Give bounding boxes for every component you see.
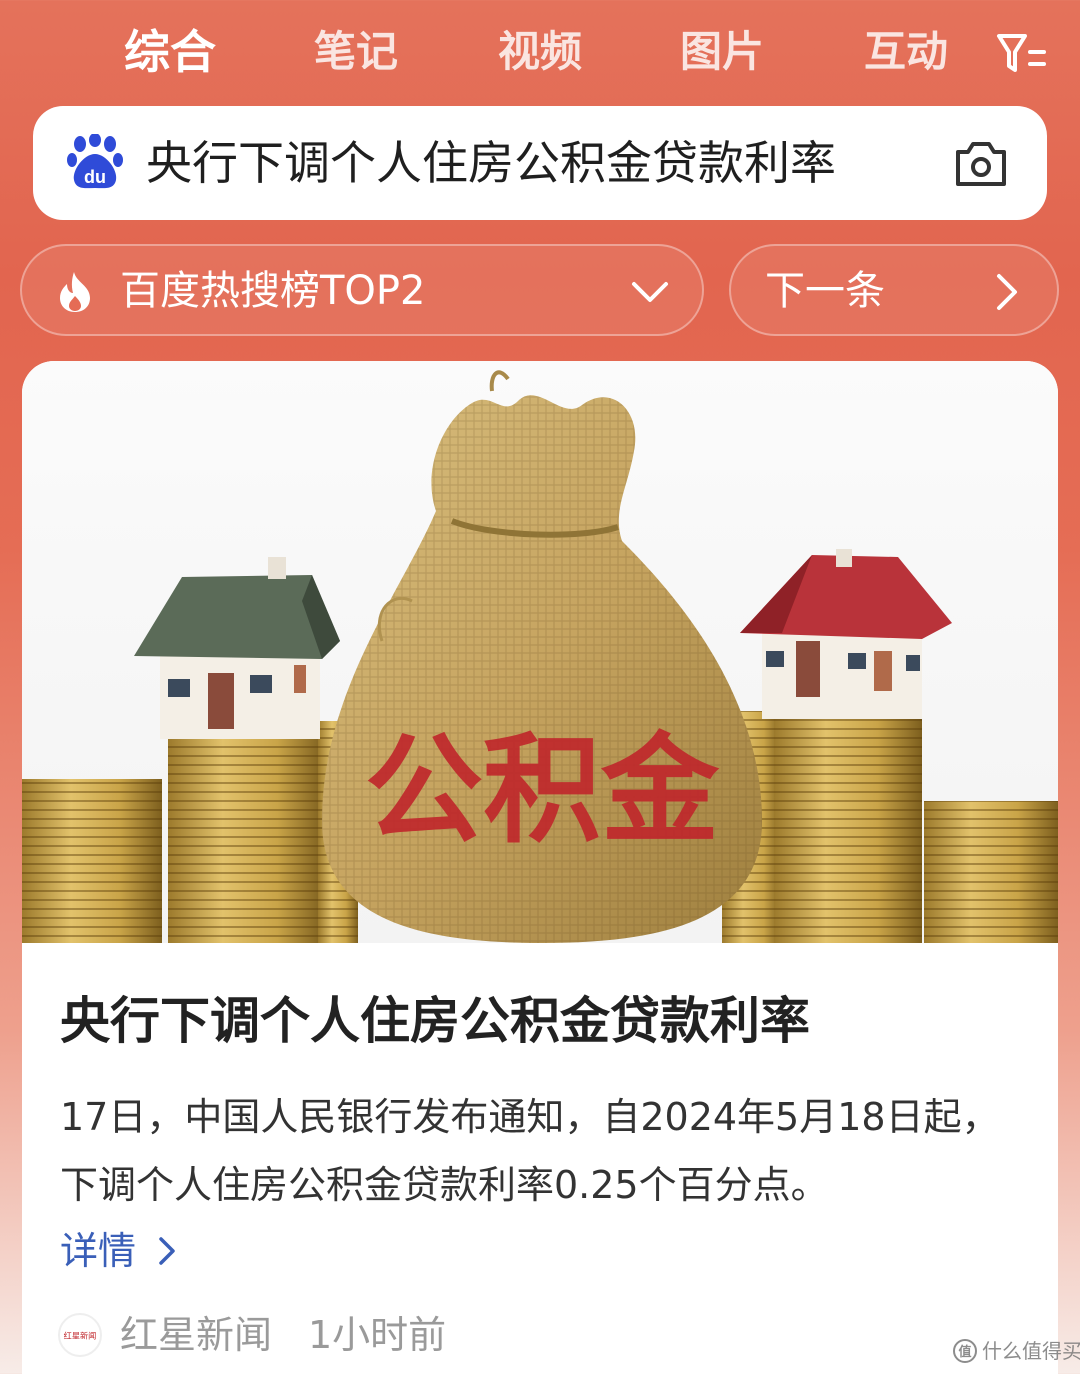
source-logo-icon: 红星新闻 bbox=[58, 1313, 102, 1357]
news-title[interactable]: 央行下调个人住房公积金贷款利率 bbox=[60, 981, 810, 1061]
search-query-text[interactable]: 央行下调个人住房公积金贷款利率 bbox=[146, 128, 836, 198]
svg-text:红星新闻: 红星新闻 bbox=[64, 1331, 97, 1341]
top-tab-bar: 综合 笔记 视频 图片 互动 bbox=[0, 0, 1080, 105]
flame-icon bbox=[60, 272, 90, 312]
tab-notes[interactable]: 笔记 bbox=[314, 22, 398, 82]
watermark-text: 什么值得买 bbox=[982, 1339, 1080, 1363]
svg-text:值: 值 bbox=[958, 1344, 971, 1360]
news-source-name[interactable]: 红星新闻 bbox=[120, 1305, 272, 1365]
tab-videos[interactable]: 视频 bbox=[498, 22, 582, 82]
next-item-label: 下一条 bbox=[765, 268, 885, 314]
news-card[interactable]: 公积金 央行下调个人住房公积金贷款利率 17日，中国人民银行发布通知，自2024… bbox=[22, 361, 1058, 1374]
camera-icon[interactable] bbox=[952, 138, 1010, 190]
hot-search-rank-pill[interactable]: 百度热搜榜TOP2 bbox=[20, 244, 704, 336]
details-link[interactable]: 详情 bbox=[60, 1221, 178, 1281]
baidu-paw-icon: du bbox=[67, 134, 123, 189]
smzdm-logo-icon: 值 bbox=[953, 1339, 977, 1363]
hot-search-rank-label: 百度热搜榜TOP2 bbox=[120, 268, 426, 314]
chevron-right-icon bbox=[997, 274, 1017, 310]
news-publish-time: 1小时前 bbox=[308, 1313, 447, 1357]
chevron-down-icon[interactable] bbox=[628, 274, 672, 310]
details-link-label: 详情 bbox=[60, 1229, 137, 1273]
tab-interactive[interactable]: 互动 bbox=[864, 22, 948, 82]
filter-icon[interactable] bbox=[996, 30, 1048, 78]
tab-comprehensive[interactable]: 综合 bbox=[124, 22, 216, 82]
news-image[interactable]: 公积金 bbox=[22, 361, 1058, 943]
svg-text:du: du bbox=[84, 167, 106, 187]
news-summary: 17日，中国人民银行发布通知，自2024年5月18日起，下调个人住房公积金贷款利… bbox=[60, 1095, 1000, 1207]
tab-images[interactable]: 图片 bbox=[680, 22, 764, 82]
next-item-button[interactable]: 下一条 bbox=[729, 244, 1059, 336]
bag-label-text: 公积金 bbox=[365, 721, 720, 859]
chevron-right-icon bbox=[159, 1237, 175, 1265]
